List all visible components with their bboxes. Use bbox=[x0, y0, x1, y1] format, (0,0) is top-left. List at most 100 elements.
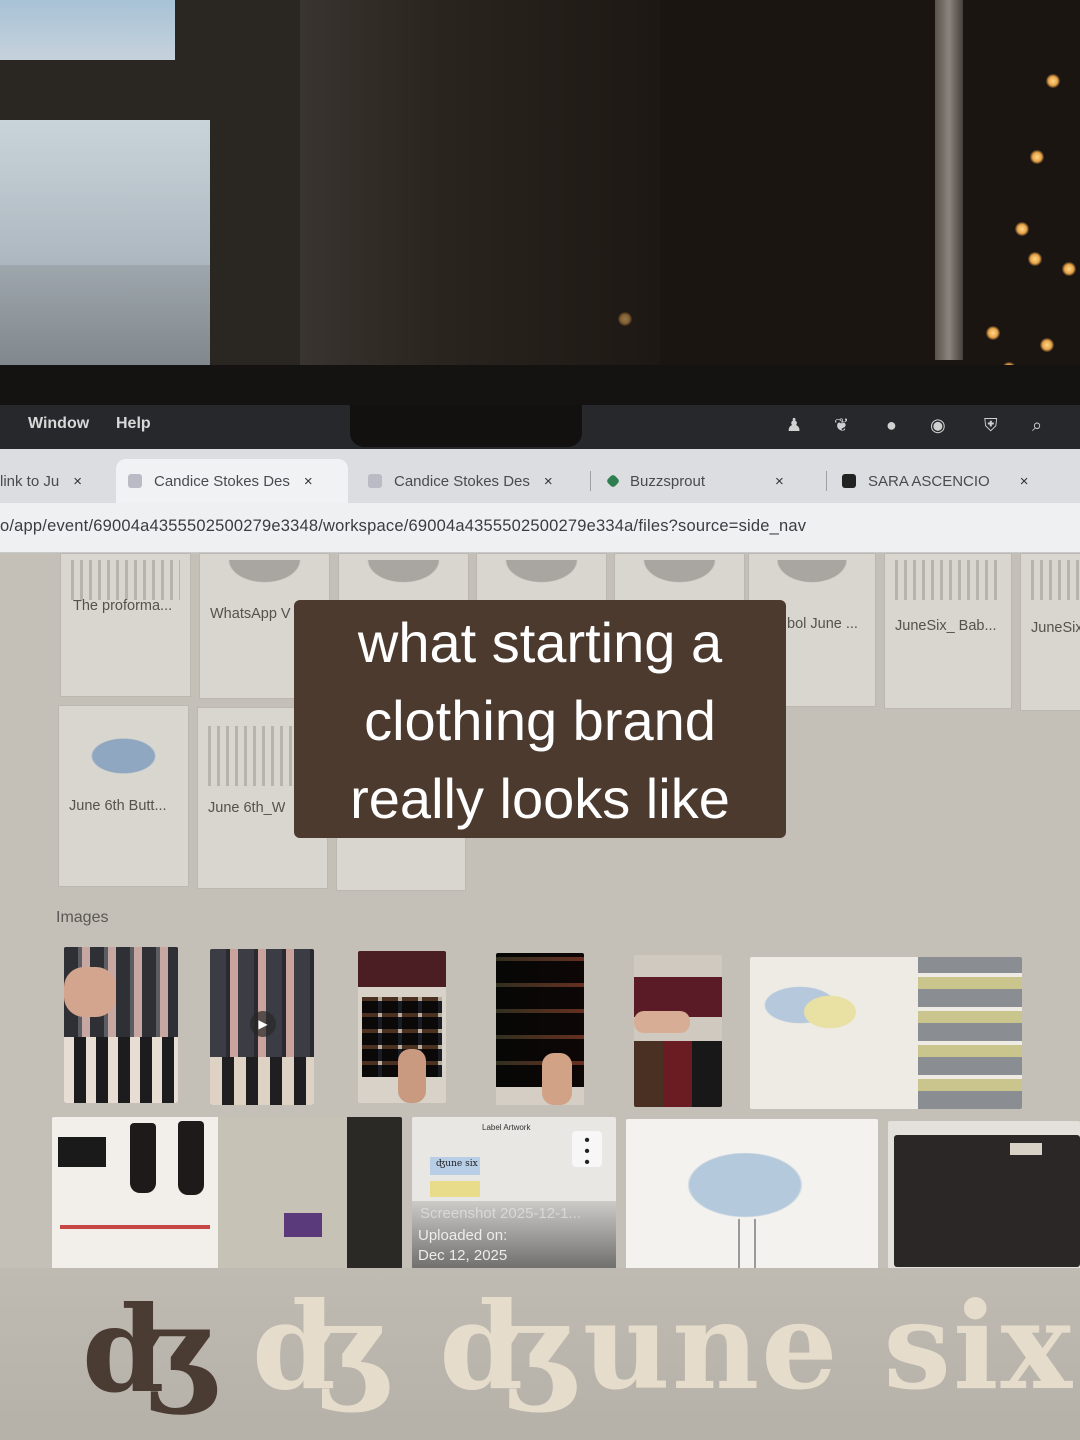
color-card bbox=[634, 1041, 722, 1107]
file-name: WhatsApp V bbox=[210, 606, 291, 622]
tab-title: Buzzsprout bbox=[630, 472, 706, 490]
page-icon bbox=[128, 474, 142, 488]
swatch-card bbox=[64, 1037, 178, 1103]
file-thumbnail bbox=[349, 560, 458, 594]
image-tile[interactable] bbox=[496, 953, 584, 1105]
file-thumbnail bbox=[487, 560, 596, 594]
file-name: JuneSix bbox=[1031, 620, 1080, 636]
tab-candice[interactable]: Candice Stokes Des × bbox=[368, 459, 588, 503]
file-name: The proforma... bbox=[73, 598, 173, 614]
close-icon[interactable]: × bbox=[544, 473, 553, 490]
butterfly-icon[interactable]: ❦ bbox=[834, 415, 849, 436]
string-light bbox=[1028, 252, 1042, 266]
finger bbox=[398, 1049, 426, 1103]
image-tile[interactable] bbox=[888, 1121, 1080, 1273]
more-menu-icon[interactable]: • • • bbox=[572, 1131, 602, 1171]
tab-separator bbox=[826, 471, 827, 491]
address-bar[interactable]: o/app/event/69004a4355502500279e3348/wor… bbox=[0, 503, 1080, 553]
garment-dark bbox=[894, 1135, 1080, 1267]
menu-window[interactable]: Window bbox=[28, 415, 89, 433]
image-tile[interactable] bbox=[358, 951, 446, 1103]
file-card[interactable]: JuneSix_ Bab... bbox=[884, 553, 1012, 709]
label-june-six: ʤune six bbox=[436, 1159, 478, 1169]
image-tile[interactable] bbox=[52, 1117, 402, 1269]
label-artwork-title: Label Artwork bbox=[482, 1123, 531, 1132]
swatch-purple bbox=[284, 1213, 322, 1237]
tab-separator bbox=[590, 471, 591, 491]
room-background bbox=[0, 0, 1080, 400]
close-icon[interactable]: × bbox=[775, 473, 784, 490]
play-icon[interactable]: ▶ bbox=[250, 1011, 276, 1037]
file-thumbnail bbox=[210, 560, 319, 594]
uploaded-label: Uploaded on: bbox=[418, 1227, 508, 1244]
upload-date: Dec 12, 2025 bbox=[418, 1247, 508, 1264]
file-name: June 6th_W bbox=[208, 800, 286, 816]
tab-buzzsprout[interactable]: Buzzsprout × bbox=[605, 459, 818, 503]
image-tile[interactable] bbox=[626, 1119, 878, 1273]
video-caption: what starting a clothing brand really lo… bbox=[294, 600, 786, 838]
fabric-burgundy bbox=[358, 951, 446, 987]
url-text[interactable]: o/app/event/69004a4355502500279e3348/wor… bbox=[0, 517, 806, 536]
search-icon[interactable]: ⌕ bbox=[1032, 415, 1042, 436]
tab-link[interactable]: link to Ju × bbox=[0, 459, 112, 503]
file-card[interactable]: The proforma... bbox=[60, 553, 191, 697]
swatch-card bbox=[210, 1057, 314, 1105]
close-icon[interactable]: × bbox=[73, 473, 82, 490]
shield-icon[interactable]: ⛨ bbox=[984, 415, 998, 436]
label-artwork-tile[interactable]: Label Artwork ʤune six • • • Screenshot 20… bbox=[412, 1117, 616, 1269]
hand bbox=[64, 967, 116, 1017]
string-light bbox=[1040, 338, 1054, 352]
brand-logo: ʤ ʤ ʤune six bbox=[0, 1268, 1080, 1440]
menu-help[interactable]: Help bbox=[116, 415, 151, 433]
logo-wordmark: ʤ ʤune six bbox=[252, 1276, 1075, 1417]
string-light bbox=[618, 312, 632, 326]
window-pane-top bbox=[0, 0, 175, 60]
image-tile[interactable] bbox=[634, 955, 722, 1107]
string-light bbox=[1015, 222, 1029, 236]
image-tile[interactable] bbox=[64, 947, 178, 1103]
wall bbox=[300, 0, 660, 380]
file-name: June 6th Butt... bbox=[69, 798, 167, 814]
garment-black bbox=[130, 1123, 156, 1193]
circle-app-icon[interactable]: ● bbox=[886, 415, 897, 436]
caption-line: what starting a bbox=[357, 611, 723, 674]
string-light bbox=[1062, 262, 1076, 276]
image-tile[interactable] bbox=[750, 957, 1022, 1109]
teams-icon[interactable]: ♟ bbox=[786, 415, 802, 436]
tab-title: Candice Stokes Des bbox=[394, 472, 530, 490]
record-icon[interactable]: ◉ bbox=[930, 415, 946, 436]
swatch-chart bbox=[918, 957, 1022, 1109]
close-icon[interactable]: × bbox=[304, 473, 313, 490]
tab-title: Candice Stokes Des bbox=[154, 472, 290, 490]
buzzsprout-icon bbox=[605, 473, 621, 489]
window-frame bbox=[0, 0, 300, 380]
logo-mark: ʤ bbox=[82, 1280, 222, 1419]
string-light bbox=[986, 326, 1000, 340]
page-icon bbox=[368, 474, 382, 488]
file-thumbnail bbox=[625, 560, 734, 594]
caption-line: clothing brand bbox=[364, 689, 716, 752]
file-name: bol June ... bbox=[787, 616, 858, 632]
tab-sara-ascencio[interactable]: SARA ASCENCIO × bbox=[842, 459, 1062, 503]
hand bbox=[634, 1011, 690, 1033]
file-card[interactable]: JuneSix bbox=[1020, 553, 1080, 711]
hoodie-legs bbox=[738, 1219, 756, 1269]
jacket-sketch-yellow bbox=[790, 987, 870, 1037]
file-thumbnail bbox=[895, 560, 1001, 600]
images-section-label: Images bbox=[56, 909, 109, 926]
screenshot-name: Screenshot 2025-12-1... bbox=[420, 1205, 581, 1222]
video-tile[interactable]: ▶ bbox=[210, 949, 314, 1105]
swatch-photo bbox=[218, 1117, 402, 1269]
file-card[interactable]: June 6th Butt... bbox=[58, 705, 189, 887]
tab-title: SARA ASCENCIO bbox=[868, 472, 990, 490]
cube-icon bbox=[842, 474, 856, 488]
tab-bar: link to Ju × Candice Stokes Des × Candic… bbox=[0, 449, 1080, 503]
file-thumbnail bbox=[71, 560, 180, 600]
close-icon[interactable]: × bbox=[1020, 473, 1029, 490]
camera-notch bbox=[350, 405, 582, 447]
file-name: JuneSix_ Bab... bbox=[895, 618, 997, 634]
caption-line: really looks like bbox=[350, 767, 730, 830]
file-thumbnail bbox=[759, 560, 865, 594]
garment-black bbox=[178, 1121, 204, 1195]
tab-candice-active[interactable]: Candice Stokes Des × bbox=[116, 459, 348, 503]
